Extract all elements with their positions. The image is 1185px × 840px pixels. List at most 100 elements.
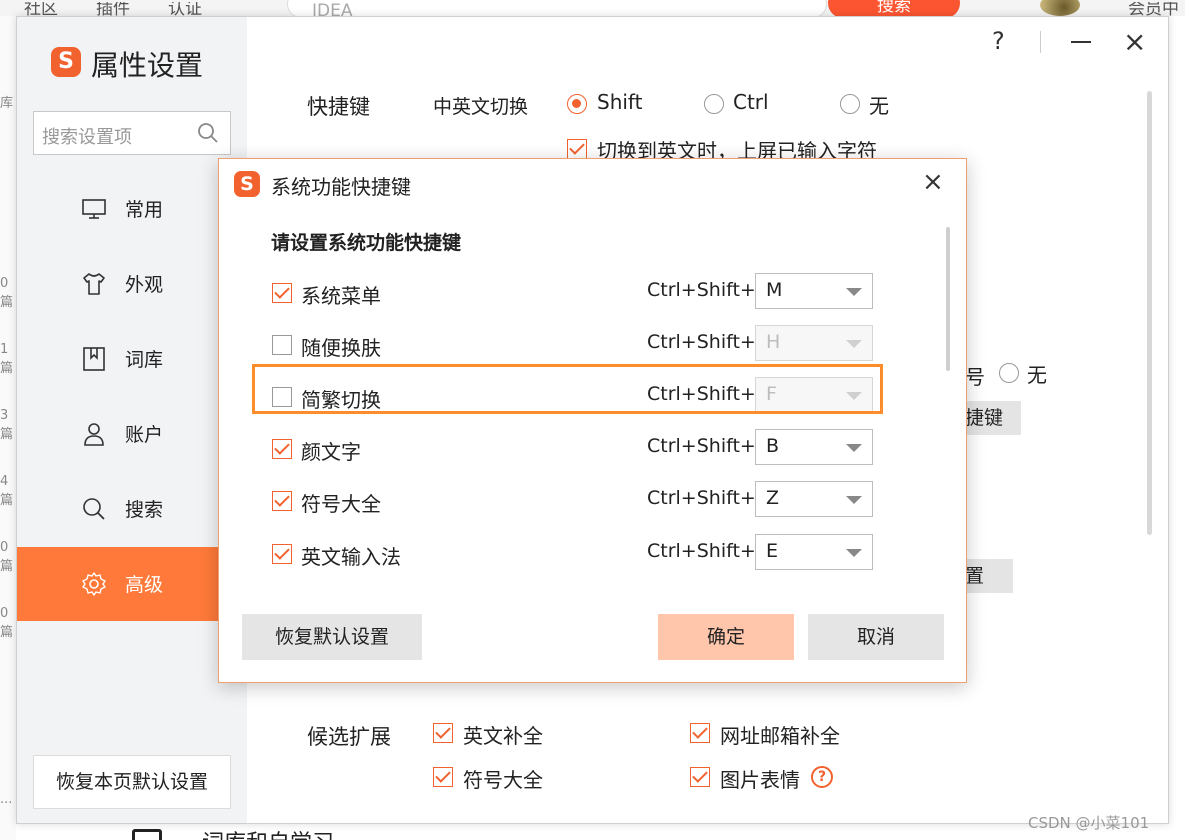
- bg-bottom-heading: 词库和自学习: [60, 823, 960, 840]
- user-icon: [84, 423, 104, 446]
- symbols-label[interactable]: 符号大全: [463, 764, 543, 793]
- csdn-watermark: CSDN @小菜101: [1028, 814, 1150, 832]
- bg-search-input[interactable]: IDEA: [287, 0, 827, 16]
- sidebar-item-label: 常用: [125, 199, 164, 221]
- sidebar-item-search[interactable]: 搜索: [17, 472, 247, 546]
- none-radio[interactable]: [840, 94, 860, 114]
- bg-search-placeholder: IDEA: [312, 1, 353, 16]
- partial-shortcut-button-label: 捷键: [965, 407, 1004, 429]
- dialog-close-button[interactable]: ×: [922, 167, 944, 197]
- bg-search-button-label: 搜索: [877, 0, 911, 16]
- bg-bottom-text: 词库和自学习: [202, 825, 334, 840]
- image-emoji-label[interactable]: 图片表情: [720, 764, 800, 793]
- shortcut-name[interactable]: 英文输入法: [301, 541, 401, 570]
- shortcut-name[interactable]: 符号大全: [301, 488, 381, 517]
- bg-nav-link[interactable]: 插件: [96, 2, 130, 16]
- bg-member-link[interactable]: 会员中: [1128, 2, 1179, 16]
- shortcut-key-select[interactable]: M: [755, 273, 873, 309]
- symbols-shortcut-checkbox[interactable]: [272, 491, 292, 511]
- bg-nav-link[interactable]: 认证: [168, 2, 202, 16]
- commit-chars-checkbox[interactable]: [567, 139, 587, 159]
- shortcut-prefix: Ctrl+Shift+: [647, 279, 756, 301]
- partial-shortcut-button[interactable]: 捷键: [965, 401, 1021, 435]
- sidebar-item-label: 账户: [125, 424, 164, 446]
- bg-left-text: 0篇: [0, 276, 14, 310]
- shortcut-name[interactable]: 系统菜单: [301, 280, 381, 309]
- shortcut-key-select[interactable]: B: [755, 429, 873, 465]
- url-email-complete-checkbox[interactable]: [690, 723, 710, 743]
- content-scrollbar[interactable]: [1147, 91, 1152, 535]
- chevron-down-icon: [846, 288, 862, 296]
- system-menu-checkbox[interactable]: [272, 283, 292, 303]
- restore-defaults-button[interactable]: 恢复默认设置: [242, 614, 422, 660]
- shift-radio-label[interactable]: Shift: [597, 90, 642, 114]
- search-icon[interactable]: [196, 121, 220, 145]
- shortcut-key-value: Z: [766, 487, 780, 509]
- shortcut-key-select[interactable]: Z: [755, 481, 873, 517]
- partial-none-radio-label[interactable]: 无: [1027, 359, 1047, 388]
- dialog-title: 系统功能快捷键: [271, 175, 411, 199]
- sidebar-item-appearance[interactable]: 外观: [17, 247, 247, 321]
- sidebar-item-dictionary[interactable]: 词库: [17, 322, 247, 396]
- ctrl-radio-label[interactable]: Ctrl: [733, 90, 769, 114]
- browser-top-bar: 社区 插件 认证 IDEA 搜索 会员中: [0, 0, 1185, 16]
- shortcut-prefix: Ctrl+Shift+: [647, 540, 756, 562]
- help-button[interactable]: ?: [992, 27, 1005, 55]
- hotkey-section-title: 快捷键: [307, 95, 370, 119]
- shortcut-name[interactable]: 随便换肤: [301, 332, 381, 361]
- shortcut-prefix: Ctrl+Shift+: [647, 331, 756, 353]
- dialog-scrollbar[interactable]: [946, 227, 950, 371]
- bg-left-text: 0篇: [0, 540, 14, 574]
- partial-none-radio[interactable]: [999, 363, 1019, 383]
- dialog-heading: 请设置系统功能快捷键: [271, 232, 462, 254]
- close-button[interactable]: ×: [1123, 25, 1146, 58]
- bg-bottom-icon: [132, 829, 162, 840]
- settings-search-placeholder: 搜索设置项: [42, 127, 132, 148]
- chevron-down-icon: [846, 340, 862, 348]
- cancel-button[interactable]: 取消: [808, 614, 944, 660]
- bg-search-button[interactable]: 搜索: [828, 0, 960, 16]
- bg-left-text: 库: [0, 96, 14, 111]
- bg-left-text: 3篇: [0, 408, 14, 442]
- shortcut-key-select: H: [755, 325, 873, 361]
- shortcut-name[interactable]: 颜文字: [301, 436, 361, 465]
- image-emoji-checkbox[interactable]: [690, 767, 710, 787]
- none-radio-label[interactable]: 无: [869, 90, 889, 119]
- bg-nav-link[interactable]: 社区: [24, 2, 58, 16]
- sidebar-item-account[interactable]: 账户: [17, 397, 247, 471]
- bg-avatar[interactable]: [1040, 0, 1080, 16]
- shortcut-row-kaomoji: 颜文字 Ctrl+Shift+ B: [219, 429, 919, 483]
- url-email-complete-label[interactable]: 网址邮箱补全: [720, 720, 840, 749]
- dictionary-icon: [83, 347, 105, 371]
- random-skin-checkbox[interactable]: [272, 335, 292, 355]
- sidebar-item-label: 高级: [125, 574, 164, 596]
- monitor-icon: [82, 199, 106, 219]
- kaomoji-checkbox[interactable]: [272, 439, 292, 459]
- shortcut-key-value: B: [766, 435, 780, 457]
- english-complete-label[interactable]: 英文补全: [463, 720, 543, 749]
- bg-left-text: 4篇: [0, 474, 14, 508]
- confirm-button[interactable]: 确定: [658, 614, 794, 660]
- sidebar-item-label: 搜索: [125, 499, 164, 521]
- symbols-checkbox[interactable]: [433, 767, 453, 787]
- english-ime-checkbox[interactable]: [272, 544, 292, 564]
- english-complete-checkbox[interactable]: [433, 723, 453, 743]
- ctrl-radio[interactable]: [704, 94, 724, 114]
- shortcut-row-system-menu: 系统菜单 Ctrl+Shift+ M: [219, 273, 919, 327]
- settings-search-input[interactable]: 搜索设置项: [33, 111, 231, 155]
- partial-settings-button[interactable]: 置: [965, 559, 1013, 593]
- help-circle-icon[interactable]: ?: [811, 766, 833, 788]
- chevron-down-icon: [846, 549, 862, 557]
- shortcut-row-symbols: 符号大全 Ctrl+Shift+ Z: [219, 481, 919, 535]
- shortcut-key-select[interactable]: E: [755, 534, 873, 570]
- shortcut-prefix: Ctrl+Shift+: [647, 487, 756, 509]
- sidebar-item-advanced[interactable]: 高级: [17, 547, 247, 621]
- shift-radio[interactable]: [567, 94, 587, 114]
- partial-text: 号: [965, 365, 985, 389]
- restore-page-defaults-button[interactable]: 恢复本页默认设置: [33, 755, 231, 809]
- app-title: 属性设置: [91, 49, 204, 82]
- chevron-down-icon: [846, 496, 862, 504]
- minimize-button[interactable]: [1071, 41, 1091, 43]
- sidebar-item-common[interactable]: 常用: [17, 172, 247, 246]
- shortcut-key-value: M: [766, 279, 783, 301]
